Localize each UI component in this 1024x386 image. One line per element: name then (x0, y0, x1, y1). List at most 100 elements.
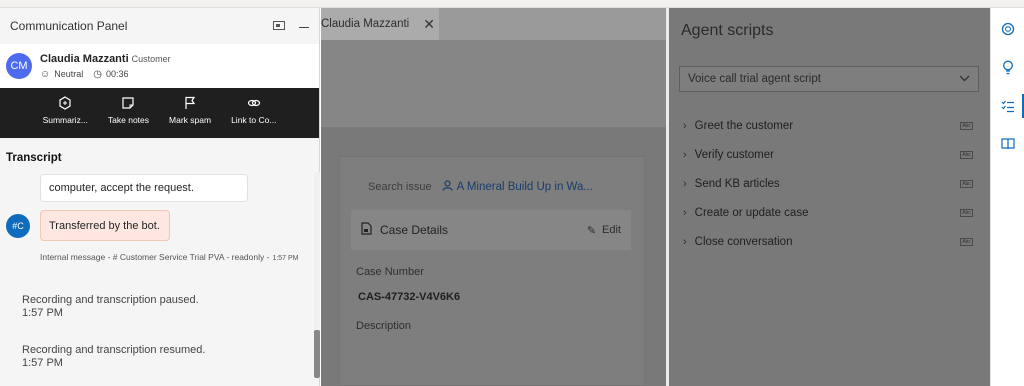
system-message-text: Recording and transcription resumed. (22, 344, 206, 356)
text-step-icon: Abc (960, 122, 973, 130)
chevron-right-icon: › (683, 236, 687, 248)
text-step-icon: Abc (960, 151, 973, 159)
customer-name: Claudia Mazzanti (40, 52, 129, 65)
script-step[interactable]: › Create or update case Abc (683, 207, 973, 219)
flag-icon (185, 96, 196, 109)
chevron-right-icon: › (683, 149, 687, 161)
script-step[interactable]: › Close conversation Abc (683, 236, 973, 248)
script-selector-value: Voice call trial agent script (688, 73, 821, 85)
system-message: Recording and transcription resumed. 1:5… (22, 344, 205, 370)
script-step-label: Send KB articles (694, 178, 780, 190)
agent-scripts-pane: Agent scripts Voice call trial agent scr… (669, 8, 990, 386)
case-link[interactable]: A Mineral Build Up in Wa... (441, 180, 593, 194)
case-number-value: CAS-47732-V4V6K6 (358, 291, 461, 303)
text-step-icon: Abc (960, 238, 973, 246)
system-message-time: 1:57 PM (22, 357, 63, 369)
case-link-label: A Mineral Build Up in Wa... (456, 181, 593, 193)
script-step-left: › Create or update case (683, 207, 808, 219)
transcript-body: computer, accept the request. #C Transfe… (0, 172, 314, 378)
script-step-left: › Verify customer (683, 149, 774, 161)
top-strip (0, 0, 1024, 8)
case-details-header: Case Details ✎ Edit (351, 210, 631, 250)
script-step[interactable]: › Verify customer Abc (683, 149, 973, 161)
customer-message: computer, accept the request. (40, 174, 248, 202)
customer-card: CM Claudia Mazzanti Customer ☺ Neutral ◷ … (0, 44, 319, 88)
link-to-case-label: Link to Co... (231, 115, 277, 125)
bot-avatar: #C (6, 214, 30, 238)
search-issue-row: Search issue A Mineral Build Up in Wa... (368, 180, 593, 194)
neutral-face-icon: ☺ (40, 68, 51, 80)
script-step-left: › Send KB articles (683, 178, 780, 190)
case-details-label: Case Details (380, 223, 449, 237)
mark-spam-button[interactable]: Mark spam (169, 96, 211, 138)
edit-label: Edit (602, 224, 621, 236)
chevron-right-icon: › (683, 207, 687, 219)
call-timer: 00:36 (105, 68, 129, 79)
notes-icon (122, 97, 135, 109)
internal-message: Internal message - # Customer Service Tr… (40, 252, 299, 262)
transcript-scrollbar-thumb[interactable] (314, 330, 320, 378)
transcript-heading: Transcript (6, 152, 62, 164)
lightbulb-icon[interactable] (999, 58, 1017, 76)
edit-button[interactable]: ✎ Edit (587, 224, 621, 237)
session-tab-label: Claudia Mazzanti (321, 18, 410, 30)
action-bar: Summariz... Take notes Mark spam Link to… (0, 88, 319, 138)
session-tab-row: Claudia Mazzanti ✕ (321, 8, 666, 40)
sentiment-label: Neutral (54, 68, 84, 79)
mark-spam-label: Mark spam (169, 115, 212, 125)
chevron-right-icon: › (683, 178, 687, 190)
pencil-icon: ✎ (586, 224, 597, 237)
summarize-button[interactable]: Summariz... (43, 96, 88, 138)
link-to-case-button[interactable]: Link to Co... (231, 96, 276, 138)
session-tab[interactable]: Claudia Mazzanti ✕ (321, 8, 439, 40)
document-lock-icon (361, 222, 372, 238)
summarize-label: Summariz... (42, 115, 88, 125)
comm-panel-header: Communication Panel (0, 8, 319, 44)
link-icon (247, 99, 260, 107)
script-step-left: › Greet the customer (683, 120, 793, 132)
chevron-right-icon: › (683, 120, 687, 132)
summarize-icon (59, 96, 71, 110)
customer-role: Customer (131, 53, 171, 64)
case-details-title: Case Details (361, 222, 448, 238)
internal-message-time: 1:57 PM (272, 255, 299, 262)
internal-message-text: Internal message - # Customer Service Tr… (40, 252, 270, 262)
script-step-label: Greet the customer (694, 120, 794, 132)
checklist-icon[interactable] (999, 97, 1017, 115)
copilot-icon[interactable] (999, 20, 1017, 38)
script-selector[interactable]: Voice call trial agent script (679, 66, 979, 92)
book-icon[interactable] (999, 135, 1017, 153)
search-issue-label: Search issue (368, 181, 432, 193)
productivity-rail (990, 8, 1024, 386)
script-step[interactable]: › Send KB articles Abc (683, 178, 973, 190)
script-step-left: › Close conversation (683, 236, 792, 248)
chevron-down-icon (959, 73, 970, 85)
system-message: Recording and transcription paused. 1:57… (22, 294, 199, 320)
take-notes-button[interactable]: Take notes (108, 96, 149, 138)
system-message-text: Recording and transcription paused. (22, 294, 199, 306)
customer-meta: ☺ Neutral ◷ 00:36 (40, 67, 171, 82)
text-step-icon: Abc (960, 209, 973, 217)
popout-icon[interactable] (273, 19, 285, 33)
minimize-icon[interactable] (299, 26, 309, 28)
comm-panel-title: Communication Panel (10, 19, 128, 33)
agent-scripts-title: Agent scripts (681, 22, 774, 39)
system-message-time: 1:57 PM (22, 307, 63, 319)
script-step-label: Create or update case (694, 207, 809, 219)
script-step-label: Verify customer (694, 149, 774, 161)
customer-info: Claudia Mazzanti Customer ☺ Neutral ◷ 00:… (40, 51, 171, 82)
avatar: CM (6, 53, 32, 79)
comm-panel-controls (273, 19, 309, 33)
close-icon[interactable]: ✕ (423, 16, 435, 33)
command-ribbon (321, 40, 666, 128)
text-step-icon: Abc (960, 180, 973, 188)
script-step[interactable]: › Greet the customer Abc (683, 120, 973, 132)
script-step-label: Close conversation (694, 236, 793, 248)
timer-icon: ◷ (93, 68, 102, 80)
description-label: Description (356, 320, 412, 332)
case-number-label: Case Number (356, 266, 424, 278)
bot-message: Transferred by the bot. (40, 210, 170, 241)
customer-name-row: Claudia Mazzanti Customer (40, 51, 171, 67)
take-notes-label: Take notes (107, 115, 150, 125)
person-icon (441, 180, 453, 194)
